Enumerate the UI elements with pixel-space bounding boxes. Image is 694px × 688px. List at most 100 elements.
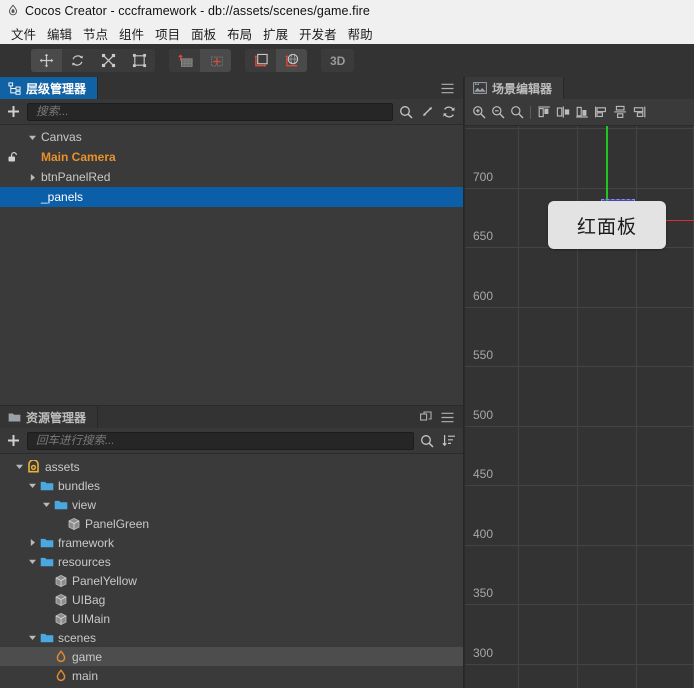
mode-3d-toggle[interactable]: 3D xyxy=(321,49,355,72)
menu-item-developer[interactable]: 开发者 xyxy=(294,23,342,44)
zoom-fit-icon[interactable] xyxy=(507,102,526,122)
ruler-label: 600 xyxy=(473,289,494,303)
grid-line-horizontal xyxy=(465,604,694,605)
tab-scene-editor[interactable]: 场景编辑器 xyxy=(465,77,565,99)
align-left-icon[interactable] xyxy=(535,102,554,122)
chevron-down-icon[interactable] xyxy=(26,127,39,147)
tree-node-panels[interactable]: _panels xyxy=(0,187,463,207)
menu-item-project[interactable]: 项目 xyxy=(150,23,185,44)
transform-tool-group xyxy=(31,49,155,72)
locate-node-icon[interactable] xyxy=(421,105,434,118)
grid-line-horizontal xyxy=(465,664,694,665)
chevron-down-icon[interactable] xyxy=(26,476,39,496)
chevron-down-icon[interactable] xyxy=(40,495,53,515)
sort-icon[interactable] xyxy=(442,434,456,447)
tree-node-main-camera[interactable]: Main Camera xyxy=(0,147,463,167)
asset-node-framework[interactable]: framework xyxy=(0,533,463,552)
hierarchy-icon xyxy=(8,81,21,95)
scene-icon xyxy=(53,649,68,664)
chevron-down-icon[interactable] xyxy=(26,552,39,572)
local-coord-tool-button[interactable] xyxy=(245,49,276,72)
scene-node-red-panel[interactable]: 红面板 xyxy=(548,201,666,249)
rotate-tool-button[interactable] xyxy=(62,49,93,72)
menu-item-file[interactable]: 文件 xyxy=(6,23,41,44)
move-tool-button[interactable] xyxy=(31,49,62,72)
asset-node-label: PanelYellow xyxy=(72,573,137,588)
assets-tab-icons xyxy=(420,406,463,428)
search-input[interactable] xyxy=(34,433,407,448)
ruler-label: 550 xyxy=(473,348,494,362)
search-icon[interactable] xyxy=(420,434,434,448)
asset-node-resources[interactable]: resources xyxy=(0,552,463,571)
menu-item-panel[interactable]: 面板 xyxy=(186,23,221,44)
menu-item-layout[interactable]: 布局 xyxy=(222,23,257,44)
popout-icon[interactable] xyxy=(420,411,432,423)
prefab-icon xyxy=(53,611,68,626)
zoom-out-icon[interactable] xyxy=(488,102,507,122)
search-input[interactable] xyxy=(34,104,386,119)
chevron-down-icon[interactable] xyxy=(26,628,39,648)
assets-panel: 资源管理器 回车进行搜索... assets bundles view Pane… xyxy=(0,405,464,688)
pivot-tool-button[interactable] xyxy=(169,49,200,72)
asset-node-assets[interactable]: assets xyxy=(0,457,463,476)
plus-icon[interactable] xyxy=(5,104,21,120)
asset-node-label: view xyxy=(72,497,97,512)
lock-icon[interactable] xyxy=(7,151,20,163)
asset-node-panelgreen[interactable]: PanelGreen xyxy=(0,514,463,533)
coord-tool-group xyxy=(245,49,307,72)
cocos-logo-icon xyxy=(9,4,17,16)
align-right-icon[interactable] xyxy=(573,102,592,122)
tree-node-btnpanelred[interactable]: btnPanelRed xyxy=(0,167,463,187)
align-top-icon[interactable] xyxy=(592,102,611,122)
folder-icon xyxy=(39,478,54,493)
asset-node-game[interactable]: game xyxy=(0,647,463,666)
prefab-icon xyxy=(66,516,81,531)
asset-node-uimain[interactable]: UIMain xyxy=(0,609,463,628)
folder-icon xyxy=(39,554,54,569)
refresh-icon[interactable] xyxy=(442,105,456,119)
asset-node-panelyellow[interactable]: PanelYellow xyxy=(0,571,463,590)
asset-node-view[interactable]: view xyxy=(0,495,463,514)
plus-icon[interactable] xyxy=(5,433,21,449)
menu-item-edit[interactable]: 编辑 xyxy=(42,23,77,44)
align-horizontal-center-icon[interactable] xyxy=(554,102,573,122)
chevron-right-icon[interactable] xyxy=(26,533,39,553)
global-coord-tool-button[interactable] xyxy=(276,49,307,72)
menu-item-component[interactable]: 组件 xyxy=(114,23,149,44)
prefab-icon xyxy=(53,592,68,607)
align-vertical-center-icon[interactable] xyxy=(611,102,630,122)
asset-node-uibag[interactable]: UIBag xyxy=(0,590,463,609)
search-icon[interactable] xyxy=(399,105,413,119)
hamburger-menu-icon[interactable] xyxy=(441,412,454,423)
asset-node-main[interactable]: main xyxy=(0,666,463,685)
align-bottom-icon[interactable] xyxy=(630,102,649,122)
center-tool-button[interactable] xyxy=(200,49,231,72)
assets-search-box[interactable] xyxy=(27,431,414,450)
scene-viewport[interactable]: 700 650 600 550 500 450 400 350 300 红面板 xyxy=(465,126,694,688)
ruler-label: 700 xyxy=(473,170,494,184)
asset-node-scenes[interactable]: scenes xyxy=(0,628,463,647)
zoom-in-icon[interactable] xyxy=(469,102,488,122)
grid-line-horizontal xyxy=(465,307,694,308)
menu-item-help[interactable]: 帮助 xyxy=(343,23,378,44)
chevron-right-icon[interactable] xyxy=(26,167,39,187)
hamburger-menu-icon[interactable] xyxy=(441,83,454,94)
menu-item-node[interactable]: 节点 xyxy=(78,23,113,44)
scene-editor-panel: 场景编辑器 700 650 600 550 500 450 400 350 30… xyxy=(465,77,694,688)
menu-item-extension[interactable]: 扩展 xyxy=(258,23,293,44)
rect-tool-button[interactable] xyxy=(124,49,155,72)
chevron-down-icon[interactable] xyxy=(13,457,26,477)
title-bar: Cocos Creator - cccframework - db://asse… xyxy=(0,0,694,22)
hierarchy-search-box[interactable] xyxy=(27,102,393,121)
asset-node-label: scenes xyxy=(58,630,97,645)
asset-node-label: UIBag xyxy=(72,592,106,607)
asset-node-bundles[interactable]: bundles xyxy=(0,476,463,495)
hierarchy-tab-icons xyxy=(441,77,463,99)
tree-node-canvas[interactable]: Canvas xyxy=(0,127,463,147)
assets-db-icon xyxy=(26,459,41,474)
scale-tool-button[interactable] xyxy=(93,49,124,72)
asset-node-label: PanelGreen xyxy=(85,516,150,531)
tab-hierarchy[interactable]: 层级管理器 xyxy=(0,77,99,99)
ruler-label: 350 xyxy=(473,586,494,600)
tab-assets[interactable]: 资源管理器 xyxy=(0,406,99,428)
